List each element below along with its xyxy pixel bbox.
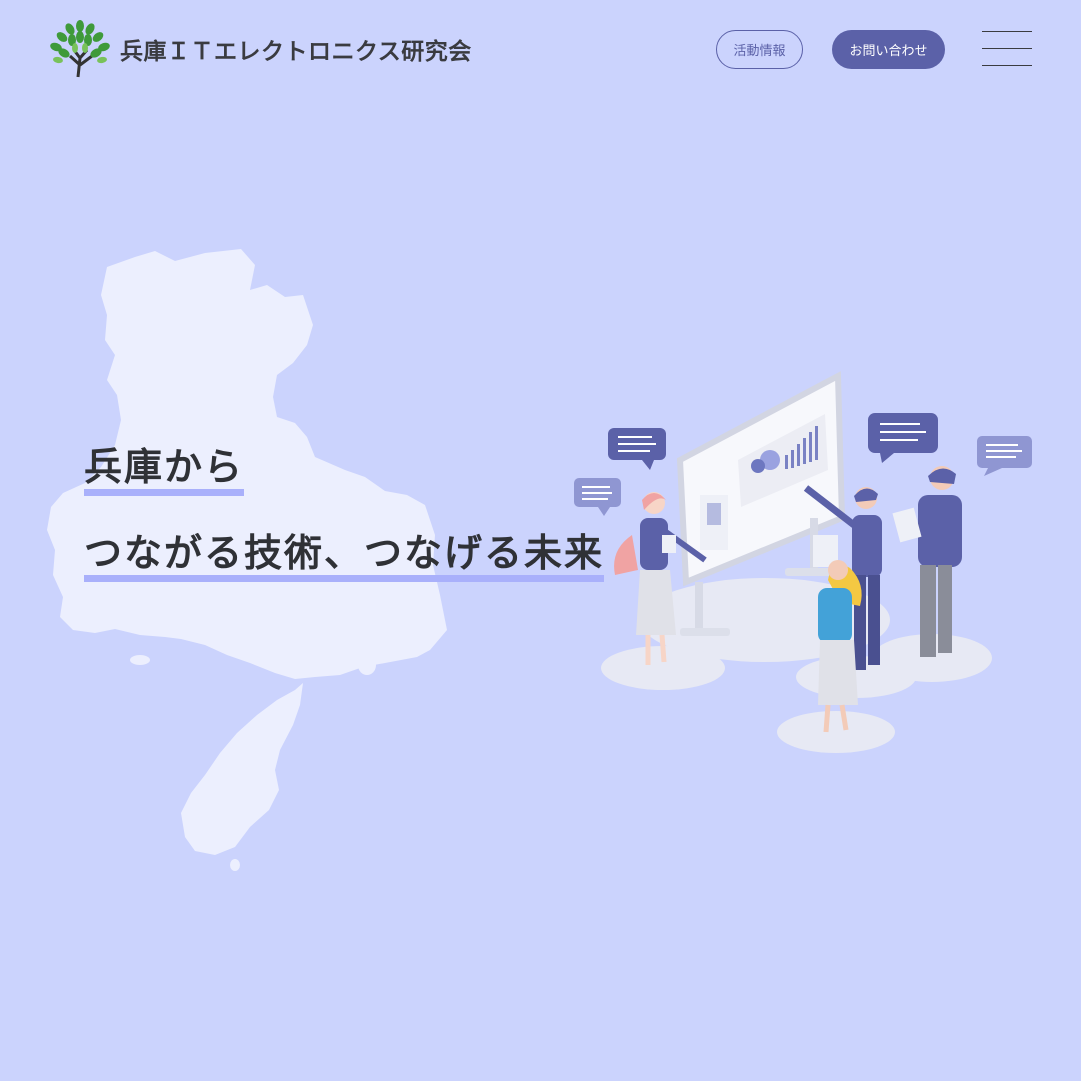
- hero-heading-line2: つながる技術、つなげる未来: [84, 531, 605, 582]
- contact-button[interactable]: お問い合わせ: [832, 30, 945, 69]
- site-logo[interactable]: 兵庫ＩＴエレクトロニクス研究会: [50, 20, 472, 78]
- menu-line: [982, 31, 1032, 32]
- hamburger-menu-icon[interactable]: [982, 30, 1032, 66]
- menu-line: [982, 65, 1032, 66]
- site-title: 兵庫ＩＴエレクトロニクス研究会: [120, 39, 472, 65]
- menu-line: [982, 48, 1032, 49]
- hero-heading-line1: 兵庫から: [84, 445, 245, 496]
- team-presentation-illustration: [574, 371, 1032, 753]
- tree-logo-icon: [50, 20, 110, 78]
- site-header: 兵庫ＩＴエレクトロニクス研究会 活動情報 お問い合わせ: [0, 0, 1081, 100]
- activities-button[interactable]: 活動情報: [716, 30, 803, 69]
